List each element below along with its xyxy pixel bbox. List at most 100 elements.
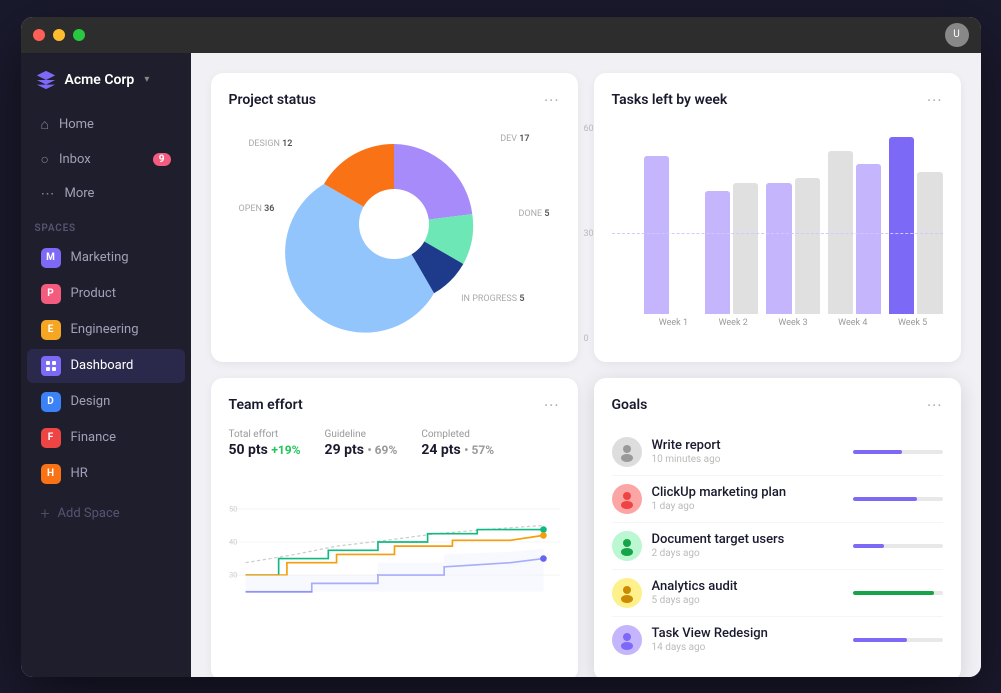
- maximize-button[interactable]: [73, 29, 85, 41]
- bar-week2-purple: [705, 191, 730, 313]
- tasks-by-week-card: Tasks left by week ··· 60 30 0: [594, 73, 961, 362]
- goal-info-2: Document target users 2 days ago: [652, 532, 843, 559]
- goal-avatar-4: [612, 625, 642, 655]
- space-design[interactable]: D Design: [27, 385, 185, 419]
- stat-guideline-value: 29 pts • 69%: [325, 442, 398, 458]
- caret-icon: ▾: [144, 74, 149, 85]
- tasks-menu[interactable]: ···: [927, 91, 943, 110]
- goal-time-4: 14 days ago: [652, 642, 843, 653]
- space-finance[interactable]: F Finance: [27, 421, 185, 455]
- effort-svg: 50 40 30: [229, 472, 560, 612]
- bar-group-week1: [644, 156, 697, 313]
- goal-progress-0: [853, 450, 943, 454]
- week3-label: Week 3: [763, 318, 823, 328]
- main-content: Project status ···: [191, 53, 981, 677]
- progress-fill-3: [853, 591, 934, 595]
- space-finance-label: Finance: [71, 430, 116, 445]
- bar-week2-gray: [733, 183, 758, 313]
- project-status-menu[interactable]: ···: [544, 91, 560, 110]
- y-label-0: 0: [584, 334, 594, 344]
- nav-home-label: Home: [59, 117, 94, 132]
- stat-guideline-label: Guideline: [325, 429, 398, 440]
- stat-total-label: Total effort: [229, 429, 301, 440]
- space-hr-label: HR: [71, 466, 88, 481]
- bar-groups: [644, 124, 943, 314]
- goal-time-1: 1 day ago: [652, 501, 843, 512]
- workspace-logo[interactable]: Acme Corp ▾: [21, 65, 191, 107]
- y-axis-labels: 60 30 0: [584, 124, 594, 344]
- bar-week4-purple: [856, 164, 881, 313]
- goal-time-3: 5 days ago: [652, 595, 843, 606]
- goals-menu[interactable]: ···: [927, 396, 943, 415]
- space-hr-dot: H: [41, 464, 61, 484]
- goal-name-1: ClickUp marketing plan: [652, 485, 843, 500]
- pie-chart-container: DEV 17 DONE 5 IN PROGRESS 5 OPEN 36 DESI…: [229, 124, 560, 324]
- project-status-title: Project status: [229, 92, 316, 108]
- sidebar: Acme Corp ▾ ⌂ Home ○ Inbox 9 ⋯ More Spac…: [21, 53, 191, 677]
- space-design-label: Design: [71, 394, 111, 409]
- week2-label: Week 2: [703, 318, 763, 328]
- progress-bg-2: [853, 544, 943, 548]
- team-effort-menu[interactable]: ···: [544, 396, 560, 415]
- bar-group-week5: [889, 137, 942, 313]
- svg-text:50: 50: [229, 504, 237, 513]
- nav-more[interactable]: ⋯ More: [27, 178, 185, 210]
- progress-bg-1: [853, 497, 943, 501]
- stat-guideline: Guideline 29 pts • 69%: [325, 429, 398, 458]
- goal-time-2: 2 days ago: [652, 548, 843, 559]
- progress-bg-4: [853, 638, 943, 642]
- goal-avatar-2: [612, 531, 642, 561]
- goals-card: Goals ··· Write report 10 minutes ago: [594, 378, 961, 677]
- logo-icon: [35, 69, 57, 91]
- space-product[interactable]: P Product: [27, 277, 185, 311]
- progress-fill-1: [853, 497, 918, 501]
- stat-completed-label: Completed: [421, 429, 494, 440]
- bar-group-week2: [705, 183, 758, 313]
- titlebar: U: [21, 17, 981, 53]
- nav-inbox[interactable]: ○ Inbox 9: [27, 143, 185, 176]
- bar-week3-purple: [766, 183, 791, 313]
- home-icon: ⌂: [41, 116, 49, 133]
- space-product-label: Product: [71, 286, 116, 301]
- stat-completed-value: 24 pts • 57%: [421, 442, 494, 458]
- nav-more-label: More: [65, 186, 95, 201]
- goal-item-3: Analytics audit 5 days ago: [612, 570, 943, 617]
- project-status-card: Project status ···: [211, 73, 578, 362]
- space-marketing-label: Marketing: [71, 250, 129, 265]
- close-button[interactable]: [33, 29, 45, 41]
- space-engineering[interactable]: E Engineering: [27, 313, 185, 347]
- y-label-30: 30: [584, 229, 594, 239]
- space-marketing[interactable]: M Marketing: [27, 241, 185, 275]
- space-hr[interactable]: H HR: [27, 457, 185, 491]
- team-effort-header: Team effort ···: [229, 396, 560, 415]
- user-avatar[interactable]: U: [945, 23, 969, 47]
- minimize-button[interactable]: [53, 29, 65, 41]
- goal-info-3: Analytics audit 5 days ago: [652, 579, 843, 606]
- app-window: U Acme Corp ▾ ⌂ Home ○ Inbox 9 ⋯: [21, 17, 981, 677]
- goal-progress-3: [853, 591, 943, 595]
- goal-progress-4: [853, 638, 943, 642]
- space-engineering-dot: E: [41, 320, 61, 340]
- add-space-button[interactable]: + Add Space: [27, 496, 185, 531]
- goal-item-2: Document target users 2 days ago: [612, 523, 943, 570]
- svg-text:40: 40: [229, 537, 237, 546]
- bar-week-labels: Week 1 Week 2 Week 3 Week 4 Week 5: [644, 318, 943, 328]
- inbox-icon: ○: [41, 151, 49, 168]
- inbox-badge: 9: [153, 153, 171, 166]
- goal-item-0: Write report 10 minutes ago: [612, 429, 943, 476]
- space-dashboard-label: Dashboard: [71, 358, 134, 373]
- space-dashboard-dot: [41, 356, 61, 376]
- progress-bg-3: [853, 591, 943, 595]
- tasks-header: Tasks left by week ···: [612, 91, 943, 110]
- progress-fill-4: [853, 638, 907, 642]
- goal-info-0: Write report 10 minutes ago: [652, 438, 843, 465]
- team-effort-card: Team effort ··· Total effort 50 pts +19%…: [211, 378, 578, 677]
- space-marketing-dot: M: [41, 248, 61, 268]
- goal-avatar-0: [612, 437, 642, 467]
- space-dashboard[interactable]: Dashboard: [27, 349, 185, 383]
- space-product-dot: P: [41, 284, 61, 304]
- more-icon: ⋯: [41, 186, 55, 202]
- nav-home[interactable]: ⌂ Home: [27, 108, 185, 141]
- goal-avatar-3: [612, 578, 642, 608]
- pie-label-design: DESIGN 12: [249, 139, 293, 149]
